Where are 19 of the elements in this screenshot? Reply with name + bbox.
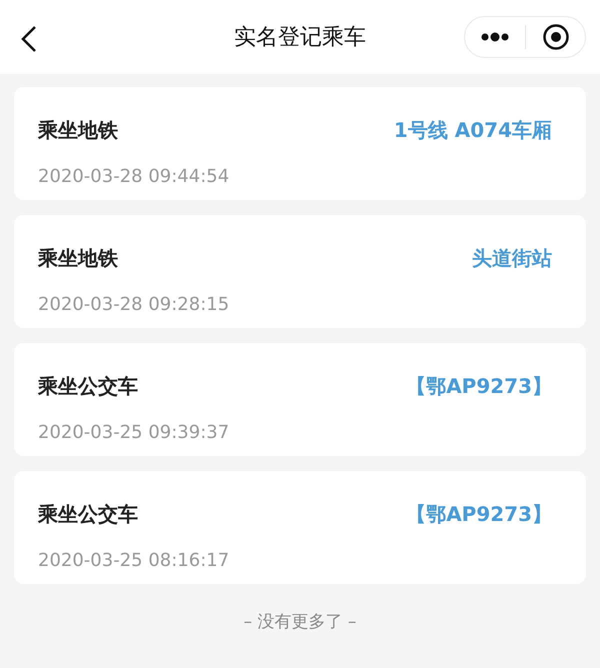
record-time: 2020-03-25 08:16:17	[38, 550, 230, 572]
record-title: 乘坐公交车	[38, 373, 139, 400]
page-title: 实名登记乘车	[234, 24, 366, 52]
record-card[interactable]: 乘坐地铁 1号线 A074车厢 2020-03-28 09:44:54	[14, 87, 586, 200]
record-title: 乘坐公交车	[38, 501, 139, 528]
record-detail: 【鄂AP9273】	[406, 501, 552, 528]
record-detail: 头道街站	[472, 245, 552, 272]
record-title: 乘坐地铁	[38, 117, 119, 144]
record-card[interactable]: 乘坐公交车 【鄂AP9273】 2020-03-25 09:39:37	[14, 343, 586, 456]
record-title: 乘坐地铁	[38, 245, 119, 272]
record-detail: 【鄂AP9273】	[406, 373, 552, 400]
record-time: 2020-03-28 09:44:54	[38, 166, 230, 188]
back-icon[interactable]	[20, 25, 38, 53]
end-of-list-text: – 没有更多了 –	[244, 611, 356, 633]
record-time: 2020-03-28 09:28:15	[38, 294, 230, 316]
record-detail: 1号线 A074车厢	[394, 117, 552, 144]
record-card[interactable]: 乘坐地铁 头道街站 2020-03-28 09:28:15	[14, 215, 586, 328]
record-card[interactable]: 乘坐公交车 【鄂AP9273】 2020-03-25 08:16:17	[14, 471, 586, 584]
record-time: 2020-03-25 09:39:37	[38, 422, 230, 444]
